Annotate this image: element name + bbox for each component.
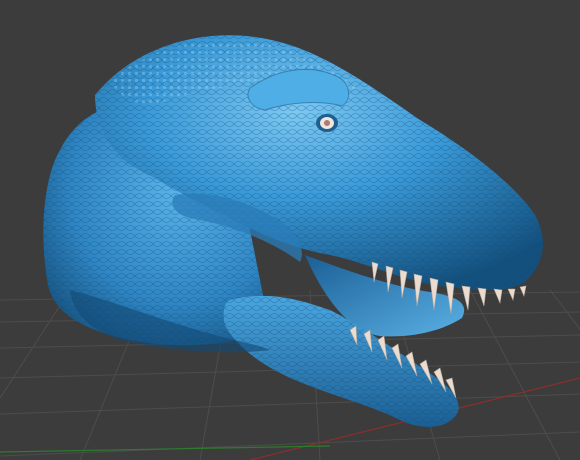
eye	[316, 114, 338, 132]
z-axis-line	[0, 445, 331, 453]
3d-viewport[interactable]	[0, 0, 580, 460]
viewport-canvas[interactable]	[0, 0, 580, 460]
